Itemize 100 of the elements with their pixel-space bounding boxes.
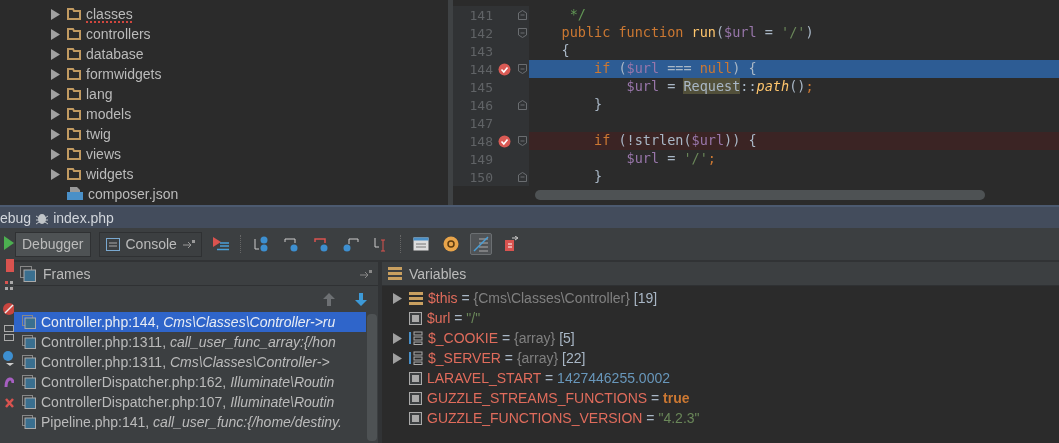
- primitive-value-icon: [409, 391, 422, 405]
- breakpoint-icon: [497, 62, 511, 76]
- array-icon: [409, 351, 423, 365]
- tree-item[interactable]: formwidgets: [86, 66, 162, 82]
- fold-marker-icon: [517, 10, 527, 20]
- console-icon: [105, 237, 120, 251]
- folder-icon: [67, 48, 81, 60]
- scrollbar-thumb[interactable]: [367, 314, 377, 441]
- fold-marker-icon: [517, 172, 527, 182]
- frame-row[interactable]: ControllerDispatcher.php:162, Illuminate\Routin: [14, 372, 366, 392]
- expand-arrow-icon: [50, 68, 60, 80]
- fold-marker-icon: [517, 64, 527, 74]
- frames-icon: [20, 265, 36, 282]
- primitive-value-icon: [409, 311, 422, 325]
- frame-text: Controller.php:144, Cms\Classes\Controller->ru: [41, 314, 336, 330]
- step-icon: [312, 236, 329, 252]
- folder-icon: [67, 108, 81, 120]
- tree-item[interactable]: twig: [86, 126, 111, 142]
- variable-entry[interactable]: GUZZLE_STREAMS_FUNCTIONS = true: [427, 390, 690, 406]
- stop-icon: [6, 259, 14, 272]
- frame-row[interactable]: Controller.php:1311, Cms\Classes\Controller->: [14, 352, 366, 372]
- step-icon: [252, 236, 269, 252]
- frame-row[interactable]: ControllerDispatcher.php:107, Illuminate\Routin: [14, 392, 366, 412]
- tree-item[interactable]: classes: [86, 6, 133, 22]
- frame-icon: [22, 335, 36, 349]
- tree-item[interactable]: controllers: [86, 26, 151, 42]
- code-line: {: [560, 42, 571, 60]
- list-icon: [472, 236, 489, 252]
- folder-icon: [67, 148, 81, 160]
- frame-row[interactable]: Controller.php:144, Cms\Classes\Controller->ru: [14, 312, 366, 332]
- expand-arrow-icon: [50, 8, 60, 20]
- frame-icon: [22, 355, 36, 369]
- no-entry-icon: [2, 302, 14, 316]
- variable-entry[interactable]: GUZZLE_FUNCTIONS_VERSION = "4.2.3": [427, 410, 700, 426]
- panel-title: Variables: [409, 265, 468, 282]
- expand-arrow-icon: [50, 168, 60, 180]
- folder-icon: [67, 68, 81, 80]
- clipboard-icon: [502, 236, 519, 252]
- tree-item[interactable]: models: [86, 106, 132, 122]
- frame-text: ControllerDispatcher.php:162, Illuminate\Routin: [41, 374, 335, 390]
- execution-point-icon: [212, 237, 229, 251]
- code-line: public function run($url = '/'): [560, 24, 815, 42]
- down-arrow-icon: [355, 292, 367, 306]
- pin-icon: [360, 269, 372, 278]
- variable-entry[interactable]: $url = "/": [427, 310, 481, 326]
- window-title: ebug: [0, 209, 32, 226]
- frame-text: Controller.php:1311, call_user_func_array:{/hon: [41, 334, 336, 350]
- expand-arrow-icon: [50, 108, 60, 120]
- array-icon: [409, 331, 423, 345]
- expand-arrow-icon: [50, 128, 60, 140]
- variable-entry[interactable]: $this = {Cms\Classes\Controller} [19]: [428, 290, 658, 306]
- primitive-value-icon: [409, 411, 422, 425]
- code-line: }: [593, 168, 604, 186]
- folder-icon: [67, 88, 81, 100]
- folder-icon: [67, 28, 81, 40]
- fold-marker-icon: [517, 28, 527, 38]
- expand-arrow-icon: [50, 48, 60, 60]
- toggle-button[interactable]: [469, 233, 492, 255]
- layout-icon: [4, 325, 14, 341]
- frame-row[interactable]: Controller.php:1311, call_user_func_array:{/hon: [14, 332, 366, 352]
- panel-title: Frames: [43, 265, 92, 282]
- frame-icon: [22, 375, 36, 389]
- tree-item[interactable]: widgets: [86, 166, 134, 182]
- frame-text: Controller.php:1311, Cms\Classes\Controller->: [41, 354, 330, 370]
- expand-arrow-icon: [392, 352, 402, 364]
- variable-entry[interactable]: $_COOKIE = {array} [5]: [428, 330, 575, 346]
- breakpoint-icon: [497, 134, 511, 148]
- object-icon: [388, 267, 402, 280]
- frame-icon: [22, 315, 36, 329]
- primitive-value-icon: [409, 371, 422, 385]
- variable-entry[interactable]: LARAVEL_START = 1427446255.0002: [427, 370, 670, 386]
- tree-item[interactable]: database: [86, 46, 144, 62]
- tab[interactable]: Debugger: [15, 231, 91, 257]
- frame-icon: [22, 415, 36, 429]
- grid-icon: [5, 281, 14, 293]
- json-file-icon: [67, 187, 83, 201]
- tree-item[interactable]: views: [86, 146, 121, 162]
- step-icon: [282, 236, 299, 252]
- fold-marker-icon: [517, 100, 527, 110]
- tab[interactable]: Console: [98, 231, 202, 257]
- scrollbar-thumb[interactable]: [535, 190, 985, 200]
- variable-entry[interactable]: $_SERVER = {array} [22]: [428, 350, 586, 366]
- tree-item[interactable]: lang: [86, 86, 113, 102]
- frame-icon: [22, 395, 36, 409]
- object-icon: [409, 291, 423, 305]
- tree-item[interactable]: composer.json: [88, 186, 179, 202]
- frame-text: Pipeline.php:141, call_user_func:{/home/destiny.: [41, 414, 342, 430]
- code-line: $url = Request::path();: [625, 78, 815, 96]
- step-icon: [342, 236, 359, 252]
- code-line: }: [593, 96, 604, 114]
- frame-row[interactable]: Pipeline.php:141, call_user_func:{/home/destiny.: [14, 412, 366, 432]
- code-line: */: [568, 6, 587, 24]
- table-icon: [412, 237, 429, 251]
- expand-arrow-icon: [50, 88, 60, 100]
- frame-text: ControllerDispatcher.php:107, Illuminate\Routin: [41, 394, 335, 410]
- up-arrow-icon: [323, 292, 335, 306]
- file-name: index.php: [53, 209, 114, 226]
- expand-arrow-icon: [392, 332, 402, 344]
- folder-icon: [67, 168, 81, 180]
- expand-arrow-icon: [392, 292, 402, 304]
